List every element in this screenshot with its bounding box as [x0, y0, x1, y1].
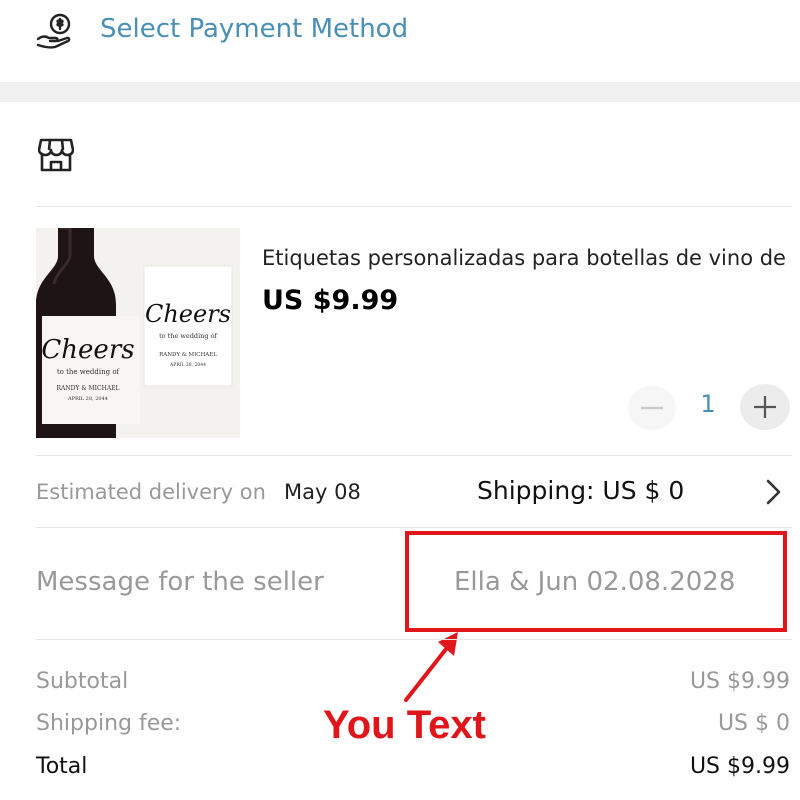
divider	[36, 527, 792, 528]
minus-icon	[641, 406, 663, 410]
shipping-fee-value: US $ 0	[717, 711, 790, 736]
subtotal-value: US $9.99	[689, 669, 790, 694]
shipping-option[interactable]: Shipping: US $ 0	[477, 476, 684, 505]
divider	[36, 206, 792, 207]
card-line: to the wedding of	[159, 332, 217, 340]
annotation-text: You Text	[323, 703, 486, 747]
chevron-right-icon[interactable]	[762, 478, 784, 506]
subtotal-label: Subtotal	[36, 669, 129, 694]
product-title[interactable]: Etiquetas personalizadas para botellas d…	[262, 246, 800, 270]
card-script: Cheers	[145, 300, 231, 328]
quantity-increase-button[interactable]	[740, 384, 790, 430]
divider	[36, 455, 792, 456]
total-value: US $9.99	[689, 754, 790, 779]
plus-icon	[754, 396, 776, 418]
bottle-label-script: Cheers	[41, 335, 134, 365]
bottle-label-names: RANDY & MICHAEL	[56, 385, 119, 392]
quantity-value[interactable]: 1	[690, 390, 726, 418]
shipping-fee-label: Shipping fee:	[36, 711, 182, 736]
divider	[36, 639, 792, 640]
bottle-label-date: APRIL 28, 2044	[67, 396, 108, 402]
card-date: APRIL 28, 2044	[169, 362, 206, 368]
store-icon[interactable]	[37, 138, 75, 172]
message-for-seller-label: Message for the seller	[36, 567, 324, 597]
estimated-delivery-date: May 08	[284, 480, 361, 504]
product-image[interactable]: Cheers to the wedding of RANDY & MICHAEL…	[36, 228, 240, 438]
estimated-delivery-label: Estimated delivery on	[36, 480, 266, 504]
select-payment-method-link[interactable]: Select Payment Method	[100, 14, 408, 44]
bottle-label-line: to the wedding of	[57, 368, 121, 376]
total-label: Total	[36, 754, 88, 779]
card-names: RANDY & MICHAEL	[159, 352, 217, 358]
annotation-highlight-box	[405, 531, 787, 632]
quantity-decrease-button[interactable]	[628, 386, 676, 430]
hand-coin-icon	[36, 12, 76, 52]
section-separator	[0, 82, 800, 102]
product-price: US $9.99	[262, 285, 399, 316]
